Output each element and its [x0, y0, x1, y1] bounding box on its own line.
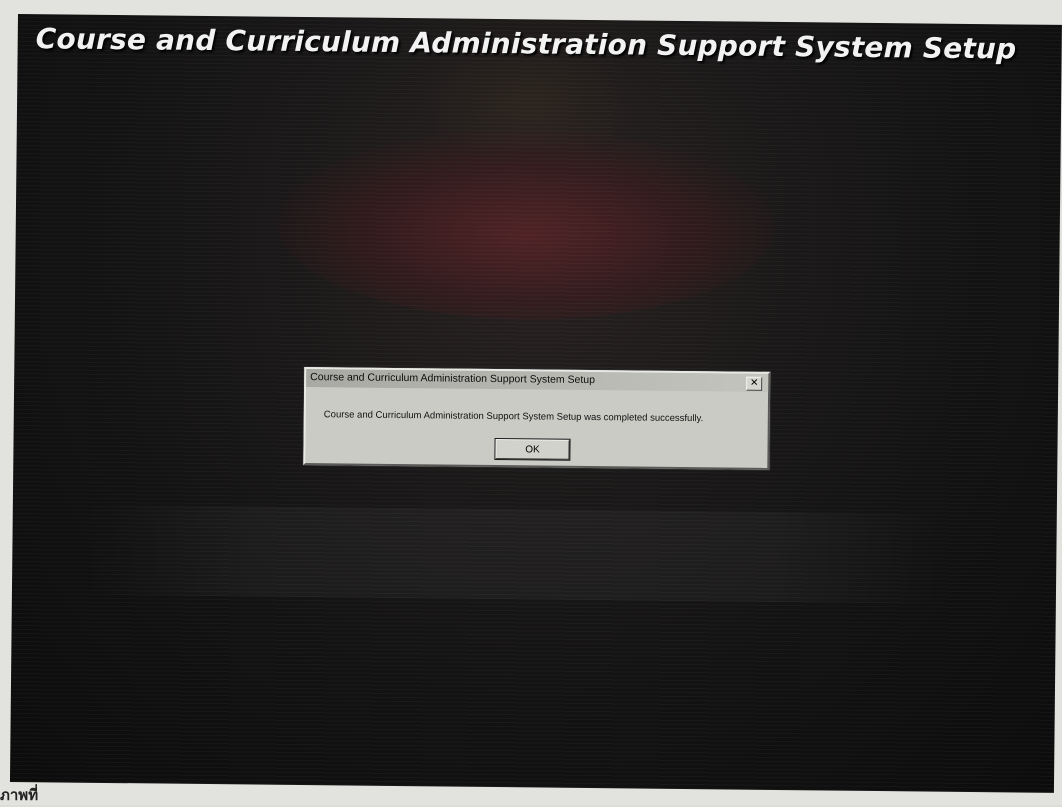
watermark-emblem: [274, 126, 777, 322]
setup-title: Course and Curriculum Administration Sup…: [35, 22, 1017, 66]
dialog-message: Course and Curriculum Administration Sup…: [323, 409, 704, 425]
dialog-titlebar[interactable]: Course and Curriculum Administration Sup…: [306, 369, 769, 392]
completion-dialog: Course and Curriculum Administration Sup…: [303, 367, 771, 470]
scanned-page: Course and Curriculum Administration Sup…: [0, 0, 1062, 805]
close-icon[interactable]: ✕: [746, 376, 763, 391]
dialog-title: Course and Curriculum Administration Sup…: [310, 371, 596, 387]
figure-caption-fragment: ภาพที่: [0, 786, 39, 804]
setup-background-screen: Course and Curriculum Administration Sup…: [9, 14, 1062, 793]
watermark-text-band: [81, 504, 943, 604]
ok-button[interactable]: OK: [494, 437, 571, 461]
